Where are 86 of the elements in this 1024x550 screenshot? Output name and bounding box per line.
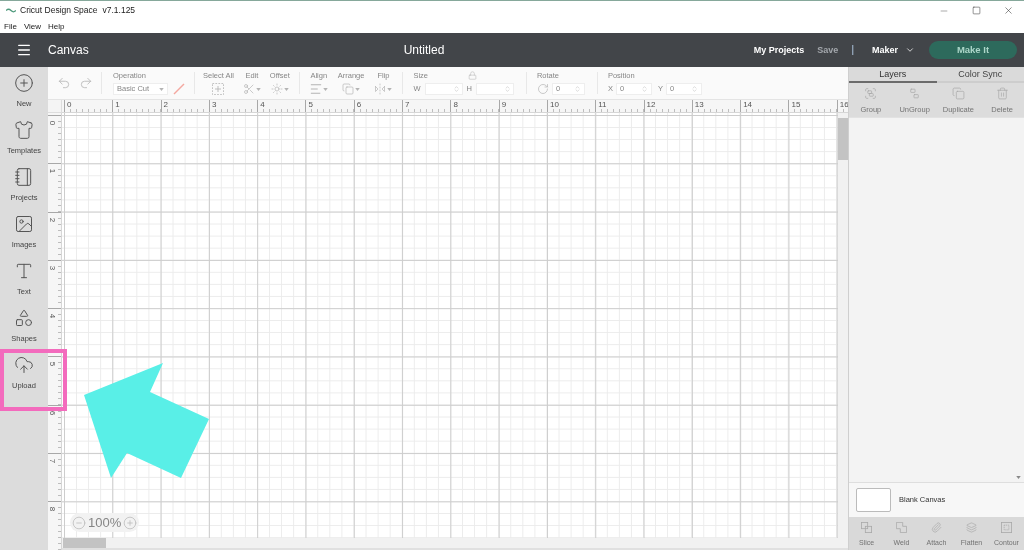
image-icon [14, 214, 34, 234]
ruler-number: 1 [114, 100, 120, 109]
close-icon [1002, 5, 1014, 16]
caret-icon [159, 87, 164, 91]
dashed-square-plus-icon [212, 83, 225, 95]
layers-icon [966, 522, 977, 533]
ruler-number: 0 [66, 100, 72, 109]
ruler-number: 6 [48, 410, 57, 415]
plus-circle-icon [14, 73, 34, 93]
spinner-icon [503, 85, 511, 93]
chevron-down-icon [905, 45, 915, 55]
ruler-number: 11 [597, 100, 607, 109]
ruler-number: 3 [210, 100, 217, 109]
ruler-number: 7 [48, 458, 57, 464]
ruler-number: 8 [452, 100, 458, 109]
caret-icon [255, 87, 261, 91]
zoom-level: 100% [88, 516, 122, 529]
group-icon [864, 87, 878, 100]
menu-item[interactable]: View [23, 22, 42, 31]
caret-icon [283, 87, 289, 91]
paperclip-icon [931, 522, 942, 533]
horizontal-scrollbar[interactable] [62, 538, 848, 548]
sun-icon [270, 83, 283, 95]
shapes-icon [14, 308, 34, 328]
caret-icon [387, 87, 393, 91]
contour-square-icon [1001, 522, 1012, 533]
notebook-icon [14, 167, 34, 187]
spinner-icon [640, 85, 648, 93]
ruler-number: 9 [500, 100, 507, 109]
letter-t-icon [14, 261, 34, 281]
app-version: v7.1.125 [102, 6, 136, 15]
stacked-squares-icon [342, 83, 355, 95]
ruler-number: 0 [48, 120, 57, 126]
canvas-swatch [856, 488, 891, 512]
ruler-number: 14 [742, 100, 753, 109]
shirt-icon [14, 120, 34, 140]
spinner-icon [452, 85, 460, 93]
cloud-upload-icon [14, 355, 34, 375]
scrollbar-thumb[interactable] [63, 538, 106, 548]
duplicate-icon [951, 87, 965, 100]
overlapping-squares-icon [861, 522, 872, 533]
machine-dropdown[interactable]: Maker [872, 45, 915, 55]
ruler-number: 6 [355, 100, 362, 109]
trash-icon [995, 87, 1009, 100]
window-title: Cricut Design Space [20, 6, 98, 15]
ruler-number: 12 [645, 100, 656, 109]
zoom-out-icon[interactable] [72, 515, 86, 530]
ruler-number: 13 [693, 100, 704, 109]
ruler-number: 1 [48, 169, 57, 174]
menu-item[interactable]: Help [48, 22, 65, 31]
ruler-number: 2 [48, 217, 57, 222]
ruler-number: 8 [48, 507, 57, 512]
ruler-number: 2 [162, 100, 169, 109]
merged-shape-icon [896, 522, 907, 533]
caret-icon [322, 87, 328, 91]
ruler-number: 10 [548, 100, 559, 109]
scissors-icon [242, 83, 255, 95]
menu-button[interactable] [15, 42, 33, 58]
document-title: Untitled [403, 44, 445, 56]
header-divider: | [851, 45, 854, 55]
ruler-number: 3 [48, 265, 57, 271]
section-title: Canvas [48, 44, 89, 56]
header-link[interactable]: My Projects [753, 45, 805, 55]
zoom-in-icon[interactable] [123, 515, 138, 530]
scrollbar-thumb[interactable] [838, 118, 848, 160]
menu-item[interactable]: File [4, 22, 17, 31]
ruler-number: 5 [48, 362, 57, 367]
scroll-down-icon[interactable] [1016, 476, 1021, 479]
align-left-icon [309, 83, 322, 95]
caret-icon [355, 87, 361, 91]
ruler-number: 16 [838, 100, 848, 109]
ruler-number: 4 [48, 313, 57, 319]
app-logo-icon [6, 8, 16, 13]
ruler-number: 4 [259, 100, 265, 109]
ruler-number: 15 [790, 100, 801, 109]
ruler-number: 7 [404, 100, 410, 109]
spinner-icon [573, 85, 581, 93]
maximize-icon [971, 6, 981, 15]
rotate-icon [536, 83, 549, 95]
vertical-scrollbar[interactable] [838, 113, 848, 538]
ruler-number: 5 [307, 100, 313, 109]
flip-icon [374, 83, 387, 95]
ungroup-icon [908, 87, 922, 100]
design-canvas[interactable]: 100% [62, 113, 838, 538]
menu-icon [15, 42, 33, 58]
spinner-icon [690, 85, 698, 93]
